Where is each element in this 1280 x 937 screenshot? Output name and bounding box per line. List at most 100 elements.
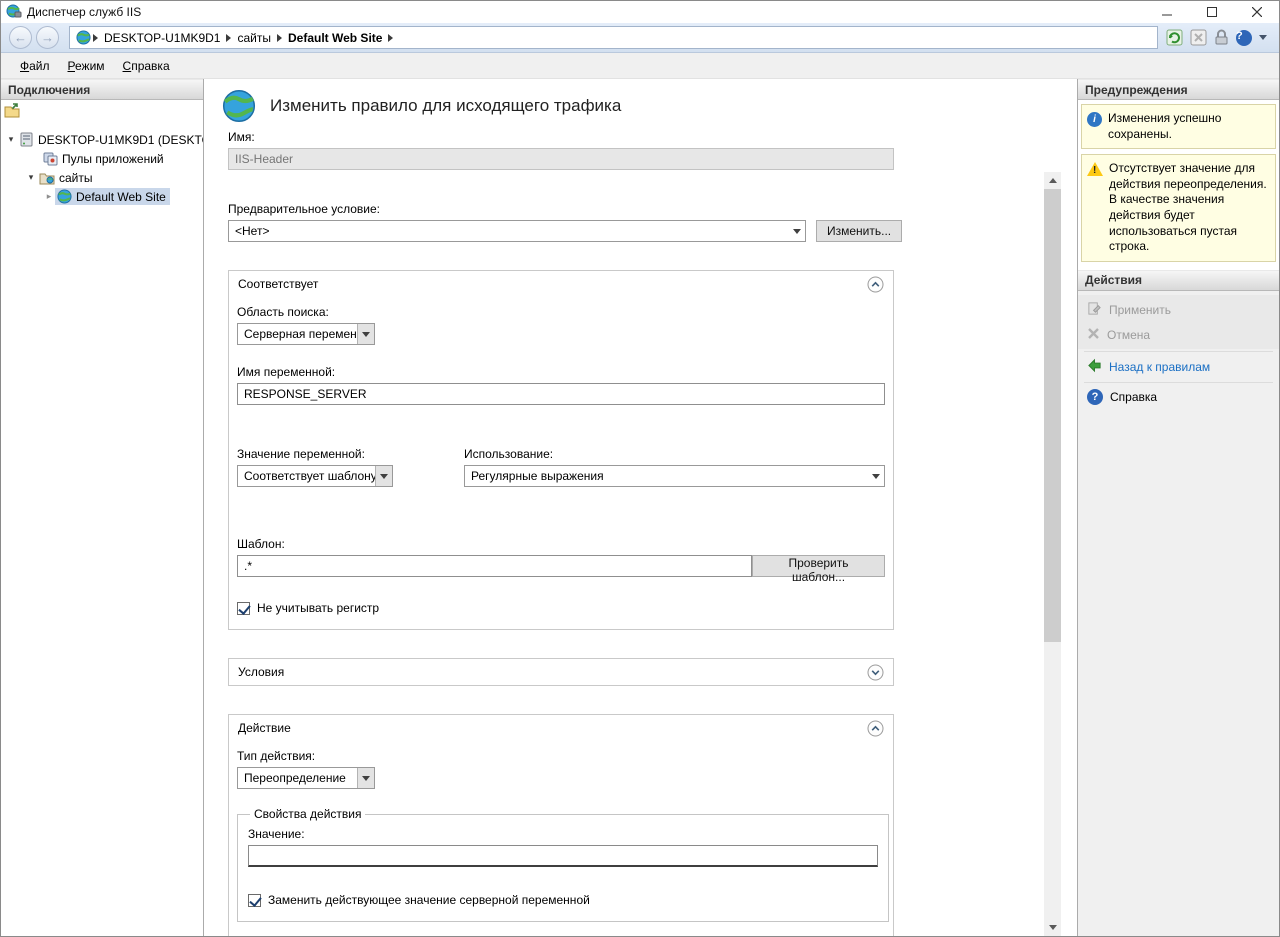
match-section-title: Соответствует xyxy=(238,277,318,291)
conditions-section-title: Условия xyxy=(238,665,284,679)
scope-value: Серверная переменн xyxy=(238,327,357,341)
usage-value: Регулярные выражения xyxy=(465,469,867,483)
precondition-dropdown[interactable]: <Нет> xyxy=(228,220,806,242)
refresh-icon[interactable] xyxy=(1166,29,1183,46)
scrollbar-track[interactable] xyxy=(1044,189,1061,919)
expand-collapse-icon[interactable] xyxy=(5,135,17,144)
vertical-scrollbar[interactable] xyxy=(1044,172,1061,936)
tree-item-label: Пулы приложений xyxy=(62,152,164,166)
cancel-icon xyxy=(1087,327,1100,343)
apply-button: Применить xyxy=(1078,297,1279,323)
variable-name-input[interactable] xyxy=(237,383,885,405)
scope-dropdown[interactable]: Серверная переменн xyxy=(237,323,375,345)
action-section: Действие Тип действия: Переопределение С… xyxy=(228,714,894,936)
tree-item-label: сайты xyxy=(59,171,93,185)
replace-value-checkbox[interactable] xyxy=(248,894,261,907)
tree-item-default-web-site[interactable]: Default Web Site xyxy=(1,187,203,206)
conditions-section: Условия xyxy=(228,658,894,686)
scroll-up-icon[interactable] xyxy=(1044,172,1061,189)
ignore-case-checkbox[interactable] xyxy=(237,602,250,615)
action-section-title: Действие xyxy=(238,721,291,735)
tree-item-label: DESKTOP-U1MK9D1 (DESKTOP xyxy=(38,133,203,147)
iis-app-icon xyxy=(6,3,22,22)
collapse-section-button[interactable] xyxy=(867,276,884,293)
globe-icon xyxy=(222,89,256,126)
variable-value-value: Соответствует шаблону xyxy=(238,469,375,483)
test-pattern-button[interactable]: Проверить шаблон... xyxy=(752,555,885,577)
action-type-dropdown[interactable]: Переопределение xyxy=(237,767,375,789)
back-button[interactable]: ← xyxy=(9,26,32,49)
scroll-down-icon[interactable] xyxy=(1044,919,1061,936)
back-to-rules-link[interactable]: Назад к правилам xyxy=(1078,354,1279,380)
action-value-label: Значение: xyxy=(248,827,878,841)
expand-collapse-icon[interactable] xyxy=(25,173,37,182)
actions-pane: Предупреждения i Изменения успешно сохра… xyxy=(1077,79,1279,936)
variable-name-label: Имя переменной: xyxy=(237,365,885,379)
chevron-down-icon xyxy=(788,221,805,241)
collapse-section-button[interactable] xyxy=(867,720,884,737)
sites-folder-icon xyxy=(39,171,55,185)
action-properties-legend: Свойства действия xyxy=(250,807,365,821)
info-alert: i Изменения успешно сохранены. xyxy=(1081,104,1276,149)
cancel-button: Отмена xyxy=(1078,323,1279,347)
forward-arrow-icon: → xyxy=(41,31,54,44)
match-section: Соответствует Область поиска: Серверная … xyxy=(228,270,894,630)
menu-bar: Файл Режим Справка xyxy=(1,53,1279,79)
forward-button[interactable]: → xyxy=(36,26,59,49)
warning-alert: Отсутствует значение для действия переоп… xyxy=(1081,154,1276,262)
help-dropdown-icon[interactable] xyxy=(1259,35,1267,40)
scrollbar-thumb[interactable] xyxy=(1044,189,1061,642)
expand-section-button[interactable] xyxy=(867,664,884,681)
globe-icon xyxy=(57,189,72,204)
usage-label: Использование: xyxy=(464,447,885,461)
warning-icon xyxy=(1087,162,1103,176)
expand-collapse-icon[interactable] xyxy=(43,192,55,201)
menu-view[interactable]: Режим xyxy=(59,55,114,77)
name-label: Имя: xyxy=(228,130,1044,144)
variable-value-label: Значение переменной: xyxy=(237,447,464,461)
app-window: Диспетчер служб IIS ← → DESKTOP-U1MK9D1 … xyxy=(0,0,1280,937)
action-value-input[interactable] xyxy=(248,845,878,867)
tree-item-app-pools[interactable]: Пулы приложений xyxy=(1,149,203,168)
action-properties-group: Свойства действия Значение: Заменить дей… xyxy=(237,807,889,922)
main-panel: Изменить правило для исходящего трафика … xyxy=(204,79,1077,936)
breadcrumb-item-sites[interactable]: сайты xyxy=(231,31,277,45)
edit-precondition-button[interactable]: Изменить... xyxy=(816,220,902,242)
scope-label: Область поиска: xyxy=(237,305,885,319)
maximize-button[interactable] xyxy=(1189,1,1234,23)
lock-icon[interactable] xyxy=(1214,29,1229,46)
selected-tree-item[interactable]: Default Web Site xyxy=(55,188,170,205)
menu-file[interactable]: Файл xyxy=(11,55,59,77)
connections-tree: DESKTOP-U1MK9D1 (DESKTOP Пулы приложений… xyxy=(1,125,203,936)
chevron-down-icon xyxy=(357,324,374,344)
action-type-value: Переопределение xyxy=(238,771,357,785)
new-connection-icon[interactable] xyxy=(4,103,22,123)
address-bar: ← → DESKTOP-U1MK9D1 сайты Default Web Si… xyxy=(1,23,1279,53)
breadcrumb-separator-icon xyxy=(388,34,393,42)
variable-value-dropdown[interactable]: Соответствует шаблону xyxy=(237,465,393,487)
menu-help[interactable]: Справка xyxy=(114,55,179,77)
info-alert-text: Изменения успешно сохранены. xyxy=(1108,111,1270,142)
back-arrow-icon xyxy=(1087,358,1102,376)
pattern-input[interactable] xyxy=(237,555,752,577)
chevron-down-icon xyxy=(867,466,884,486)
divider xyxy=(1084,382,1273,383)
tree-item-server[interactable]: DESKTOP-U1MK9D1 (DESKTOP xyxy=(1,130,203,149)
chevron-down-icon xyxy=(375,466,392,486)
page-title: Изменить правило для исходящего трафика xyxy=(270,96,621,116)
minimize-button[interactable] xyxy=(1144,1,1189,23)
breadcrumb-item-server[interactable]: DESKTOP-U1MK9D1 xyxy=(98,31,226,45)
replace-value-label: Заменить действующее значение серверной … xyxy=(268,893,590,907)
precondition-label: Предварительное условие: xyxy=(228,202,1044,216)
help-link[interactable]: ? Справка xyxy=(1078,385,1279,409)
close-button[interactable] xyxy=(1234,1,1279,23)
connections-toolbar xyxy=(1,100,203,125)
tree-item-sites[interactable]: сайты xyxy=(1,168,203,187)
breadcrumb-item-default-web-site[interactable]: Default Web Site xyxy=(282,31,388,45)
usage-dropdown[interactable]: Регулярные выражения xyxy=(464,465,885,487)
stop-icon[interactable] xyxy=(1190,29,1207,46)
window-title: Диспетчер служб IIS xyxy=(27,5,141,19)
rule-form: Имя: Предварительное условие: <Нет> Изме… xyxy=(204,128,1044,936)
help-icon[interactable]: ? xyxy=(1236,30,1252,46)
breadcrumb[interactable]: DESKTOP-U1MK9D1 сайты Default Web Site xyxy=(69,26,1158,49)
